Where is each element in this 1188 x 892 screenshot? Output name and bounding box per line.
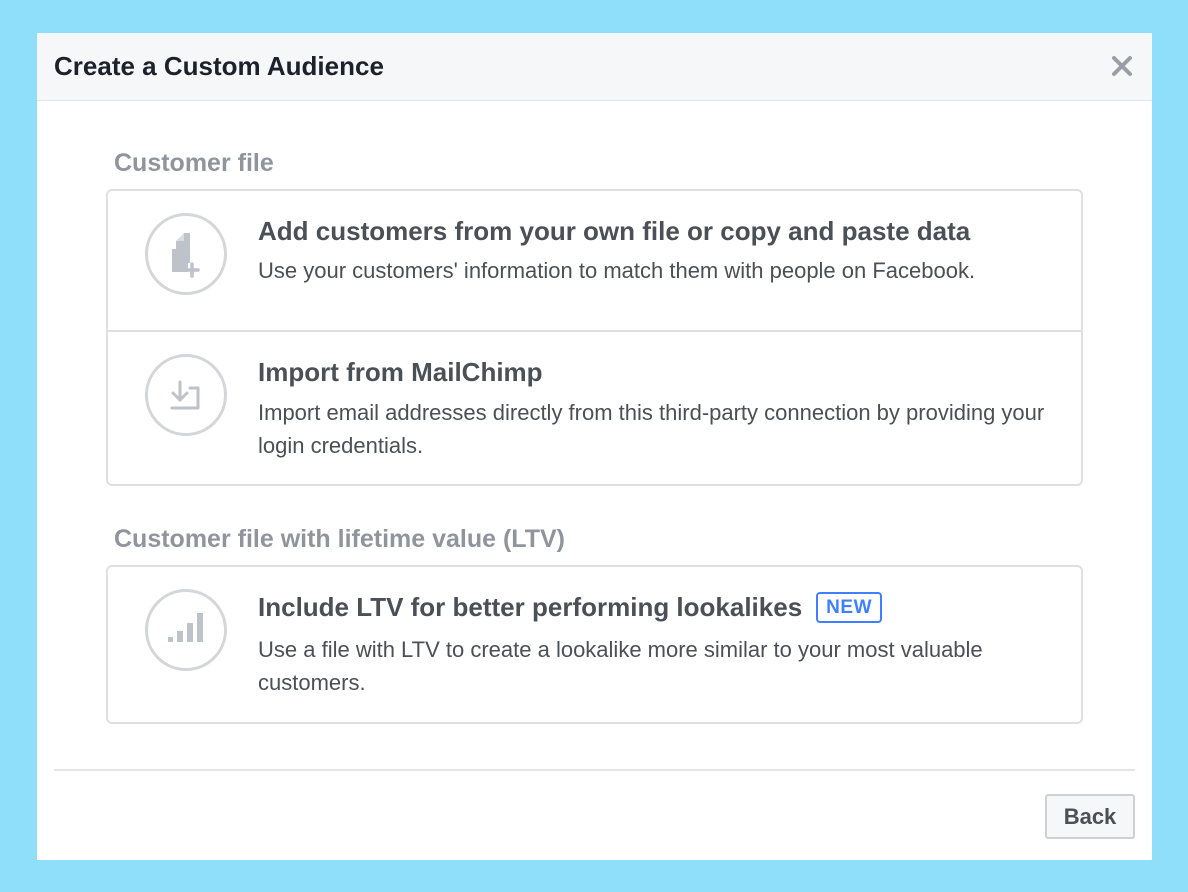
option-title: Include LTV for better performing lookal… (258, 591, 882, 623)
section-label-customer-file: Customer file (114, 149, 274, 177)
dialog-title: Create a Custom Audience (54, 51, 384, 81)
close-icon[interactable] (1108, 52, 1136, 80)
dialog-header: Create a Custom Audience (37, 33, 1152, 101)
customer-file-options: Add customers from your own file or copy… (106, 189, 1083, 486)
ltv-options: Include LTV for better performing lookal… (106, 565, 1083, 724)
option-import-from-mailchimp[interactable]: Import from MailChimp Import email addre… (108, 330, 1081, 484)
option-description: Use your customers' information to match… (258, 258, 976, 283)
option-description: Use a file with LTV to create a lookalik… (258, 637, 983, 695)
option-description: Import email addresses directly from thi… (258, 400, 1045, 458)
option-title: Add customers from your own file or copy… (258, 216, 971, 246)
new-badge: NEW (816, 592, 882, 623)
import-icon (145, 354, 227, 436)
back-button[interactable]: Back (1045, 794, 1135, 839)
footer-divider (54, 769, 1135, 771)
option-title-text: Include LTV for better performing lookal… (258, 592, 803, 622)
option-title: Import from MailChimp (258, 357, 543, 387)
section-label-ltv: Customer file with lifetime value (LTV) (114, 525, 565, 553)
bar-chart-icon (145, 589, 227, 671)
option-add-customers-from-file[interactable]: Add customers from your own file or copy… (108, 191, 1081, 330)
file-add-icon (145, 213, 227, 295)
option-include-ltv[interactable]: Include LTV for better performing lookal… (108, 567, 1081, 722)
create-custom-audience-dialog: Create a Custom Audience Customer file A… (37, 33, 1152, 860)
